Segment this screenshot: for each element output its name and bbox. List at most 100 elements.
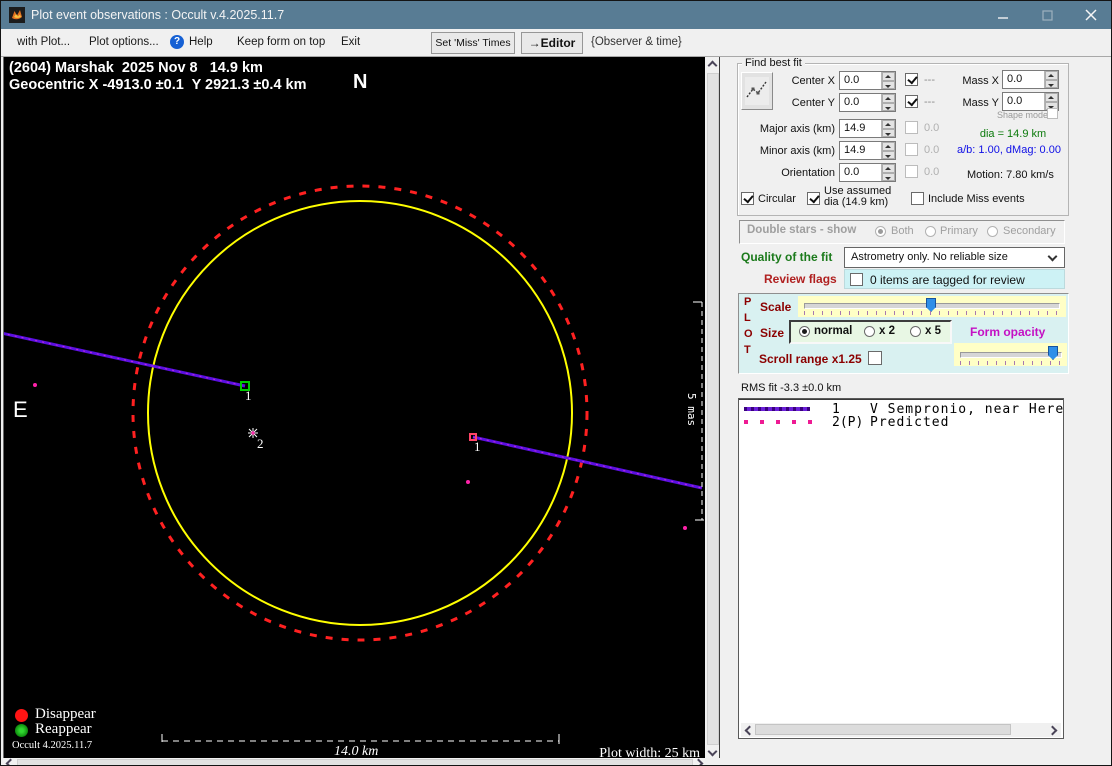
list-row2-desc: Predicted xyxy=(870,415,950,430)
list-scroll-right-icon[interactable] xyxy=(1047,725,1058,736)
menu-help[interactable]: Help xyxy=(189,36,213,48)
maximize-button[interactable] xyxy=(1030,1,1064,29)
size-x5-radio[interactable] xyxy=(910,326,921,337)
size-label: Size xyxy=(760,326,785,340)
minor-axis-err-checkbox[interactable] xyxy=(905,143,918,156)
opacity-slider-groove xyxy=(960,352,1062,358)
plot-graphics xyxy=(4,184,704,744)
plot-letter-l: L xyxy=(744,312,751,324)
close-button[interactable] xyxy=(1074,1,1108,29)
shape-model-label: Shape model xyxy=(997,110,1051,120)
circular-checkbox[interactable] xyxy=(741,192,754,205)
spinner-arrows[interactable] xyxy=(881,120,895,137)
double-secondary-radio[interactable] xyxy=(987,226,998,237)
opacity-slider-ticks xyxy=(960,361,1060,365)
center-y-spinner[interactable]: 0.0 xyxy=(839,93,896,112)
observation-list[interactable]: 1 V Sempronio, near Heref 2(P) Predicted xyxy=(738,398,1064,739)
scroll-down-icon[interactable] xyxy=(707,746,718,757)
mass-y-label: Mass Y xyxy=(962,97,999,109)
window-title: Plot event observations : Occult v.4.202… xyxy=(31,8,285,22)
list-horizontal-scrollbar[interactable] xyxy=(741,723,1061,737)
mas-scale-label: 5 mas xyxy=(685,393,698,427)
mass-x-value: 0.0 xyxy=(1007,73,1023,85)
center-x-value: 0.0 xyxy=(844,74,860,86)
menu-with-plot[interactable]: with Plot... xyxy=(17,36,70,48)
menu-exit[interactable]: Exit xyxy=(341,36,360,48)
list-row2-num: 2(P) xyxy=(832,415,864,430)
menu-keep-on-top[interactable]: Keep form on top xyxy=(237,36,325,48)
editor-button[interactable]: →Editor xyxy=(521,32,583,54)
spinner-arrows[interactable] xyxy=(881,164,895,181)
spinner-arrows[interactable] xyxy=(881,72,895,89)
size-normal-radio[interactable] xyxy=(799,326,810,337)
predicted-legend-dots xyxy=(744,420,812,424)
set-miss-times-button[interactable]: Set 'Miss' Times xyxy=(431,32,515,54)
horizontal-scroll-thumb[interactable] xyxy=(17,759,693,765)
minimize-button[interactable] xyxy=(986,1,1020,29)
double-both-radio[interactable] xyxy=(875,226,886,237)
major-axis-spinner[interactable]: 14.9 xyxy=(839,119,896,138)
scroll-left-icon[interactable] xyxy=(5,758,16,765)
ab-dmag-label: a/b: 1.00, dMag: 0.00 xyxy=(957,144,1061,156)
minor-axis-spinner[interactable]: 14.9 xyxy=(839,141,896,160)
fix-center-x-checkbox[interactable] xyxy=(905,73,918,86)
minor-axis-value: 14.9 xyxy=(844,144,866,156)
chord1-legend-line xyxy=(744,407,810,411)
scale-slider-thumb[interactable] xyxy=(926,298,936,312)
double-primary-radio[interactable] xyxy=(925,226,936,237)
plot-controls-group: P L O T Scale Size normal x 2 x 5 Form o… xyxy=(738,293,1069,374)
size-normal-label: normal xyxy=(814,325,853,337)
spinner-arrows[interactable] xyxy=(881,94,895,111)
review-flags-checkbox[interactable] xyxy=(850,273,863,286)
spinner-arrows[interactable] xyxy=(881,142,895,159)
fit-chart-button[interactable] xyxy=(741,72,773,110)
size-x2-label: x 2 xyxy=(879,325,895,337)
quality-dropdown[interactable]: Astrometry only. No reliable size xyxy=(844,247,1065,268)
plot-vertical-scrollbar[interactable] xyxy=(705,57,720,758)
spinner-arrows[interactable] xyxy=(1044,71,1058,88)
fix-center-y-checkbox[interactable] xyxy=(905,95,918,108)
plot-horizontal-scrollbar[interactable] xyxy=(3,758,705,765)
center-x-label: Center X xyxy=(791,75,835,87)
plot-canvas[interactable]: (2604) Marshak 2025 Nov 8 14.9 km Geocen… xyxy=(3,57,706,761)
asteroid-circle xyxy=(147,200,573,626)
orientation-err-checkbox[interactable] xyxy=(905,165,918,178)
list-scroll-left-icon[interactable] xyxy=(744,725,755,736)
fix-y-dash-label: --- xyxy=(924,96,935,108)
chord2-point-label: 1 xyxy=(474,439,481,454)
scroll-range-checkbox[interactable] xyxy=(868,351,882,365)
form-opacity-label: Form opacity xyxy=(970,325,1046,339)
shape-model-checkbox[interactable] xyxy=(1047,108,1058,119)
help-icon[interactable]: ? xyxy=(170,35,184,49)
double-secondary-label: Secondary xyxy=(1003,225,1056,237)
include-miss-checkbox[interactable] xyxy=(911,192,924,205)
include-miss-label: Include Miss events xyxy=(928,193,1025,205)
mass-x-spinner[interactable]: 0.0 xyxy=(1002,70,1059,89)
list-scroll-thumb[interactable] xyxy=(755,724,1011,735)
center-x-spinner[interactable]: 0.0 xyxy=(839,71,896,90)
reappear-legend-icon xyxy=(15,724,28,737)
size-x2-radio[interactable] xyxy=(864,326,875,337)
north-label: N xyxy=(353,71,368,93)
stray-dot-1 xyxy=(33,383,37,387)
vertical-scroll-thumb[interactable] xyxy=(707,73,719,745)
double-primary-label: Primary xyxy=(940,225,978,237)
plot-letter-o: O xyxy=(744,328,753,340)
rms-fit-label: RMS fit -3.3 ±0.0 km xyxy=(741,382,842,394)
major-axis-err-checkbox[interactable] xyxy=(905,121,918,134)
mass-x-label: Mass X xyxy=(962,75,999,87)
minor-axis-label: Minor axis (km) xyxy=(759,145,835,157)
major-axis-label: Major axis (km) xyxy=(759,123,835,135)
reappear-legend-label: Reappear xyxy=(35,721,92,737)
orientation-spinner[interactable]: 0.0 xyxy=(839,163,896,182)
scroll-up-icon[interactable] xyxy=(707,60,718,71)
menu-plot-options[interactable]: Plot options... xyxy=(89,36,159,48)
plot-letter-t: T xyxy=(744,344,751,356)
use-assumed-checkbox[interactable] xyxy=(807,192,820,205)
scale-slider[interactable] xyxy=(798,296,1066,317)
form-opacity-slider[interactable] xyxy=(954,343,1067,366)
review-flags-label: Review flags xyxy=(764,272,837,286)
scroll-right-icon[interactable] xyxy=(693,758,704,765)
app-icon xyxy=(9,7,25,23)
title-bar: Plot event observations : Occult v.4.202… xyxy=(1,1,1111,29)
